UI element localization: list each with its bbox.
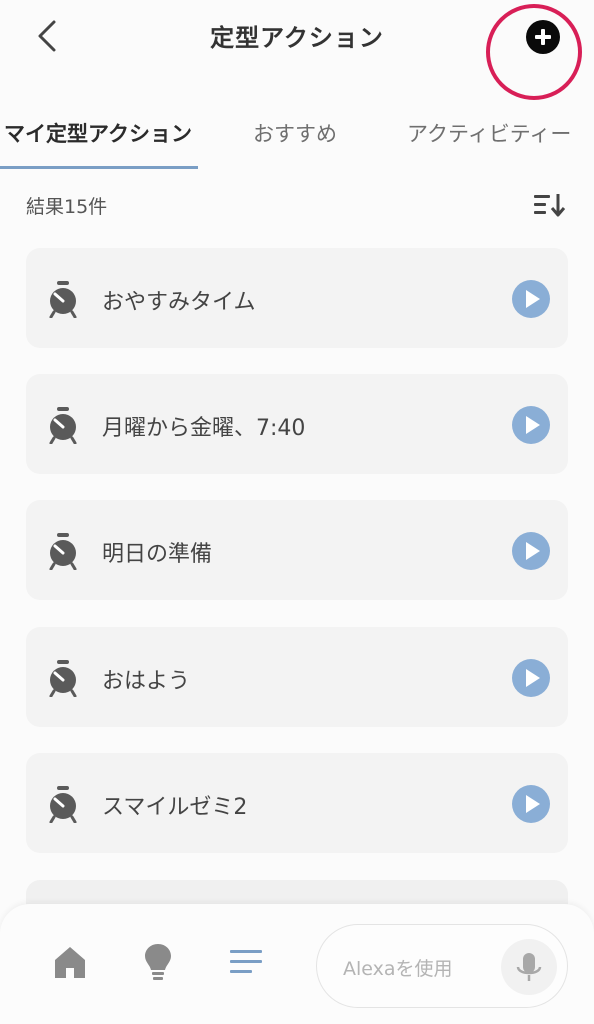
sort-icon: [534, 194, 566, 217]
routines-nav-button[interactable]: [230, 948, 264, 980]
tab-my-routines[interactable]: マイ定型アクション: [4, 118, 192, 148]
alarm-clock-icon: [49, 281, 77, 318]
routine-name: スマイルゼミ2: [102, 795, 248, 820]
play-routine-button[interactable]: [512, 280, 550, 318]
routine-name: 月曜から金曜、7:40: [102, 416, 306, 441]
add-routine-button[interactable]: [526, 20, 560, 54]
routines-screen: 定型アクション マイ定型アクション おすすめ アクティビティー 結果15件 おや…: [0, 0, 594, 1024]
routine-card[interactable]: おやすみタイム: [26, 248, 568, 348]
routine-card[interactable]: 月曜から金曜、7:40: [26, 374, 568, 474]
routine-card[interactable]: スマイルゼミ2: [26, 753, 568, 853]
result-count: 結果15件: [26, 196, 108, 218]
play-routine-button[interactable]: [512, 659, 550, 697]
home-nav-button[interactable]: [52, 944, 88, 984]
lightbulb-icon: [145, 944, 171, 980]
devices-nav-button[interactable]: [142, 942, 174, 986]
routines-icon: [230, 950, 262, 973]
play-routine-button[interactable]: [512, 785, 550, 823]
bottom-navigation: Alexaを使用: [0, 904, 594, 1024]
tab-recommended[interactable]: おすすめ: [253, 118, 337, 148]
alexa-input[interactable]: Alexaを使用: [316, 924, 568, 1008]
alarm-clock-icon: [49, 407, 77, 444]
alexa-placeholder: Alexaを使用: [343, 958, 453, 980]
play-routine-button[interactable]: [512, 532, 550, 570]
play-routine-button[interactable]: [512, 406, 550, 444]
routine-name: 明日の準備: [102, 542, 213, 567]
active-tab-indicator: [0, 166, 198, 169]
tab-bar: マイ定型アクション おすすめ アクティビティー: [0, 100, 594, 172]
routine-card[interactable]: おはよう: [26, 627, 568, 727]
app-header: 定型アクション: [0, 0, 594, 100]
tab-activity[interactable]: アクティビティー: [407, 118, 571, 148]
microphone-icon: [516, 953, 542, 981]
mic-button[interactable]: [501, 939, 557, 995]
routine-card[interactable]: 明日の準備: [26, 500, 568, 600]
alarm-clock-icon: [49, 533, 77, 570]
routine-name: おやすみタイム: [102, 290, 256, 315]
alarm-clock-icon: [49, 660, 77, 697]
sort-button[interactable]: [532, 190, 568, 220]
home-icon: [55, 947, 85, 978]
alarm-clock-icon: [49, 786, 77, 823]
routine-name: おはよう: [102, 669, 191, 694]
